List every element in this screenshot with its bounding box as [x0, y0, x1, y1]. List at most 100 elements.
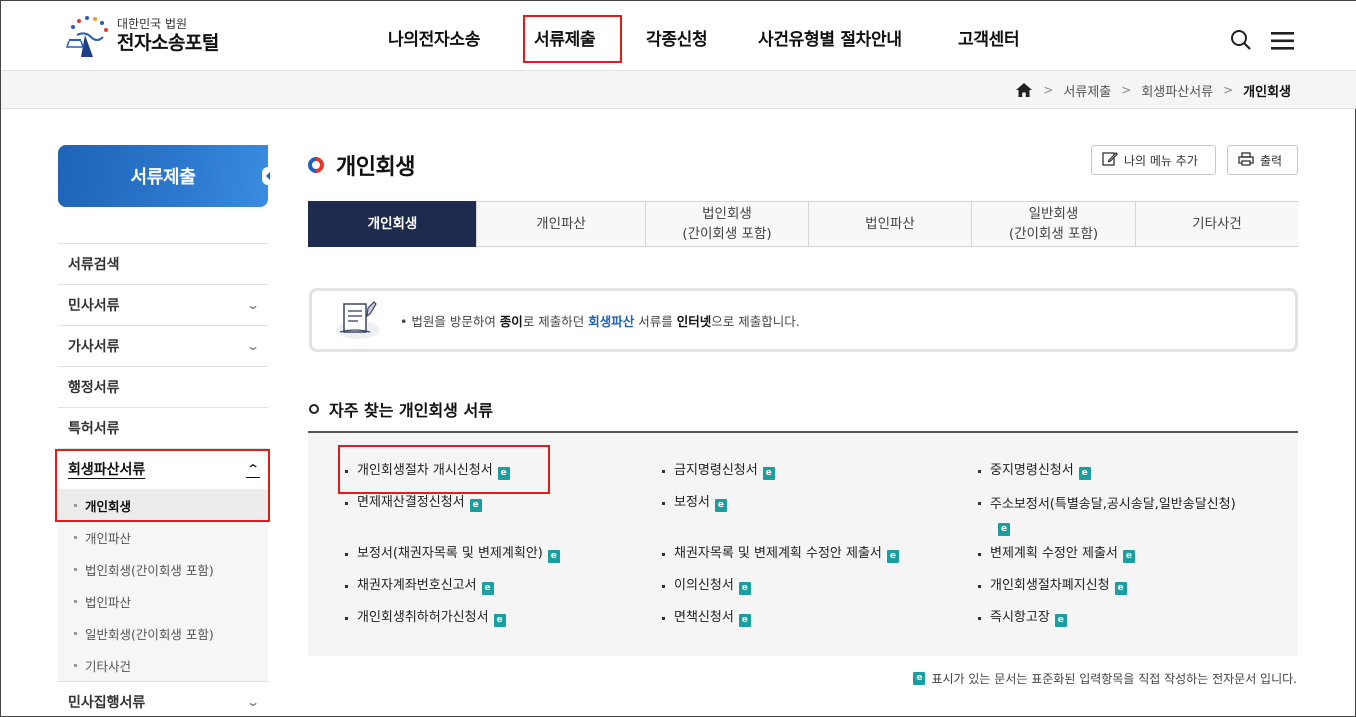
notice-text-part: 서류를 [634, 313, 677, 329]
sidebar-subitem-label: 개인파산 [85, 530, 132, 546]
sidebar-subitem-corporate-bankruptcy[interactable]: 법인파산 [58, 585, 268, 617]
chevron-down-icon: ⌄ [245, 298, 261, 312]
notice-text-internet: 인터넷 [676, 313, 712, 329]
notice-box: • 법원을 방문하여 종이로 제출하던 회생파산 서류를 인터넷으로 제출합니다… [309, 288, 1298, 352]
add-my-menu-label: 나의 메뉴 추가 [1124, 153, 1198, 168]
doc-link-label: 주소보정서(특별송달,공시송달,일반송달신청) [990, 497, 1236, 512]
nav-customer-center[interactable]: 고객센터 [958, 25, 1020, 50]
sidebar-item-family[interactable]: 가사서류 ⌄ [58, 325, 268, 366]
doc-link-label: 금지명령신청서 [674, 463, 758, 478]
doc-link-label: 변제계획 수정안 제출서 [990, 546, 1118, 561]
section-title-text: 자주 찾는 개인회생 서류 [329, 401, 493, 420]
doc-link-exempt-property[interactable]: 면제재산결정신청서 e [345, 494, 482, 512]
doc-link-prohibition-order[interactable]: 금지명령신청서 e [662, 462, 775, 480]
notice-text-part: • 법원을 방문하여 [400, 313, 500, 329]
legend-text: 표시가 있는 문서는 표준화된 입력항목을 직접 작성하는 전자문서 입니다. [931, 672, 1297, 686]
e-document-icon: e [1054, 614, 1067, 627]
doc-link-label: 개인회생절차폐지신청 [990, 578, 1110, 593]
doc-link-objection[interactable]: 이의신청서 e [662, 577, 751, 595]
sidebar-subitem-label: 기타사건 [85, 658, 132, 674]
doc-link-label: 채권자목록 및 변제계획 수정안 제출서 [674, 546, 882, 561]
top-header: 대한민국 법원 전자소송포털 나의전자소송 서류제출 각종신청 사건유형별 절차… [1, 1, 1356, 71]
sidebar-subitem-corporate-rehabilitation[interactable]: 법인회생(간이회생 포함) [58, 553, 268, 585]
sidebar-subitem-general-rehabilitation[interactable]: 일반회생(간이회생 포함) [58, 617, 268, 649]
e-document-icon: e [469, 499, 482, 512]
sidebar-subitem-personal-bankruptcy[interactable]: 개인파산 [58, 521, 268, 553]
page-title-text: 개인회생 [336, 155, 415, 180]
chevron-down-icon: ⌄ [245, 695, 261, 709]
sidebar-title-label: 서류제출 [130, 167, 196, 188]
print-button[interactable]: 출력 [1227, 145, 1298, 175]
sidebar-item-label: 민사서류 [68, 298, 120, 314]
chevron-right-icon: > [1223, 83, 1234, 97]
breadcrumb-item[interactable]: 서류제출 [1063, 81, 1111, 100]
doc-link-label: 채권자계좌번호신고서 [357, 578, 477, 593]
doc-link-label: 면제재산결정신청서 [357, 495, 465, 510]
sidebar-item-search[interactable]: 서류검색 [58, 243, 268, 284]
add-my-menu-button[interactable]: 나의 메뉴 추가 [1091, 145, 1216, 175]
doc-link-address-correction[interactable]: 주소보정서(특별송달,공시송달,일반송달신청) e [978, 494, 1263, 538]
doc-link-label: 즉시항고장 [990, 610, 1050, 625]
e-document-icon: e [738, 614, 751, 627]
tab-personal-bankruptcy[interactable]: 개인파산 [476, 202, 645, 246]
sidebar-subitem-other-cases[interactable]: 기타사건 [58, 649, 268, 681]
doc-link-correction-creditor-list[interactable]: 보정서(채권자목록 및 변제계획안) e [345, 545, 560, 563]
nav-procedure-guide[interactable]: 사건유형별 절차안내 [758, 25, 902, 50]
nav-applications[interactable]: 각종신청 [646, 25, 708, 50]
e-document-icon: e [1122, 550, 1135, 563]
doc-link-label: 면책신청서 [674, 610, 734, 625]
doc-link-discharge[interactable]: 면책신청서 e [662, 609, 751, 627]
e-document-icon: e [1114, 582, 1127, 595]
doc-link-correction[interactable]: 보정서 e [662, 494, 727, 512]
home-icon[interactable] [1015, 82, 1033, 98]
tab-other-cases[interactable]: 기타사건 [1135, 202, 1298, 246]
doc-link-immediate-appeal[interactable]: 즉시항고장 e [978, 609, 1067, 627]
logo-title: 전자소송포털 [117, 32, 219, 54]
sidebar-item-label: 특허서류 [68, 421, 120, 437]
sidebar-item-label: 서류검색 [68, 257, 120, 273]
doc-highlight-box [338, 445, 550, 494]
nav-my-litigation[interactable]: 나의전자소송 [388, 25, 480, 50]
sidebar-item-civil-execution[interactable]: 민사집행서류 ⌄ [58, 681, 268, 717]
e-document-icon: e [738, 582, 751, 595]
search-icon[interactable] [1230, 29, 1252, 55]
tab-personal-rehabilitation[interactable]: 개인회생 [308, 201, 476, 247]
sidebar-subitem-label: 법인회생(간이회생 포함) [85, 562, 214, 578]
doc-link-suspension-order[interactable]: 중지명령신청서 e [978, 462, 1091, 480]
e-document-icon: e [913, 672, 926, 685]
sidebar-item-civil[interactable]: 민사서류 ⌄ [58, 284, 268, 325]
sidebar-item-administrative[interactable]: 행정서류 [58, 366, 268, 407]
doc-link-creditor-account[interactable]: 채권자계좌번호신고서 e [345, 577, 494, 595]
sidebar-item-patent[interactable]: 특허서류 [58, 407, 268, 448]
e-document-icon: e [998, 523, 1010, 536]
sidebar-title: 서류제출 [58, 145, 274, 207]
sidebar-subitem-label: 법인파산 [85, 594, 132, 610]
e-document-icon: e [1078, 467, 1091, 480]
notice-text-rehab: 회생파산 [588, 313, 635, 329]
sidebar-item-label: 행정서류 [68, 380, 120, 396]
doc-link-repayment-amendment[interactable]: 변제계획 수정안 제출서 e [978, 545, 1135, 563]
section-bullet-icon [309, 404, 319, 414]
print-icon [1238, 151, 1254, 169]
document-quill-icon [334, 300, 382, 340]
tab-corporate-rehabilitation[interactable]: 법인회생 (간이회생 포함) [645, 202, 808, 246]
title-bullet-icon [304, 153, 328, 177]
court-emblem-icon [63, 13, 115, 59]
notice-text-paper: 종이 [499, 313, 523, 329]
doc-link-rehab-withdrawal[interactable]: 개인회생취하허가신청서 e [345, 609, 506, 627]
doc-link-rehab-abolition[interactable]: 개인회생절차폐지신청 e [978, 577, 1127, 595]
tab-general-rehabilitation[interactable]: 일반회생 (간이회생 포함) [971, 202, 1135, 246]
edit-icon [1102, 151, 1119, 169]
doc-link-creditor-list-amendment[interactable]: 채권자목록 및 변제계획 수정안 제출서 e [662, 545, 899, 563]
chevron-right-icon: > [1121, 83, 1132, 97]
e-document-icon: e [493, 614, 506, 627]
hamburger-menu-icon[interactable] [1271, 32, 1295, 54]
site-logo[interactable]: 대한민국 법원 전자소송포털 [63, 13, 219, 59]
breadcrumb-item[interactable]: 회생파산서류 [1141, 81, 1213, 100]
collapse-sidebar-icon[interactable] [262, 167, 274, 185]
tab-corporate-bankruptcy[interactable]: 법인파산 [808, 202, 971, 246]
doc-link-label: 보정서(채권자목록 및 변제계획안) [357, 546, 543, 561]
e-document-icon: e [886, 550, 899, 563]
doc-link-label: 보정서 [674, 495, 710, 510]
logo-subtitle: 대한민국 법원 [117, 17, 188, 31]
